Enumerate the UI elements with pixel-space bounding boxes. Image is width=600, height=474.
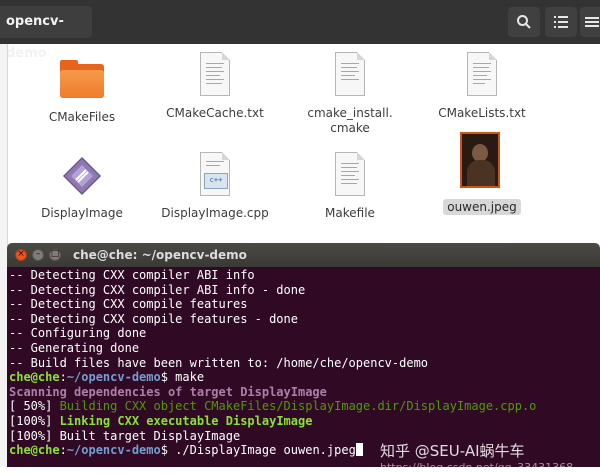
text-file-icon: [326, 152, 374, 200]
text-file-icon: [458, 52, 506, 100]
file-label: Makefile: [325, 206, 375, 220]
file-item-cmakelists[interactable]: CMakeLists.txt: [422, 52, 542, 121]
file-label: CMakeFiles: [48, 110, 116, 124]
terminal-window[interactable]: × – □ che@che: ~/opencv-demo -- Detectin…: [7, 243, 600, 467]
list-view-icon: [554, 16, 568, 28]
minimize-icon: –: [35, 249, 41, 259]
maximize-button[interactable]: □: [49, 249, 61, 261]
minimize-button[interactable]: –: [32, 249, 44, 261]
watermark: 知乎 @SEU-AI蜗牛车https://blog.csdn.net/qq_33…: [380, 440, 600, 474]
terminal-text: -- Detecting CXX compile features: [9, 297, 248, 312]
close-button[interactable]: ×: [15, 249, 27, 261]
menu-icon: [585, 17, 599, 27]
terminal-line: -- Build files have been written to: /ho…: [9, 356, 598, 371]
search-button[interactable]: [508, 7, 540, 37]
terminal-title: che@che: ~/opencv-demo: [73, 248, 247, 262]
terminal-text: Building CXX object CMakeFiles/DisplayIm…: [59, 399, 537, 414]
terminal-text: -- Build files have been written to: /ho…: [9, 355, 429, 370]
watermark-url: https://blog.csdn.net/qq_33431368: [380, 461, 574, 474]
terminal-text: :: [59, 443, 67, 458]
list-view-button[interactable]: [545, 7, 577, 37]
terminal-line: [100%] Linking CXX executable DisplayIma…: [9, 414, 598, 429]
terminal-text: che@che: [9, 443, 60, 458]
watermark-brand: 知乎 @SEU-AI蜗牛车: [380, 442, 525, 460]
terminal-line: -- Detecting CXX compiler ABI info - don…: [9, 283, 598, 298]
file-label: cmake_install. cmake: [307, 106, 393, 135]
terminal-line: -- Detecting CXX compile features: [9, 297, 598, 312]
terminal-line: -- Detecting CXX compile features - done: [9, 312, 598, 327]
file-item-makefile[interactable]: Makefile: [290, 152, 410, 221]
terminal-text: :: [59, 370, 67, 385]
file-label: DisplayImage: [41, 206, 123, 220]
folder-icon: [58, 56, 106, 104]
terminal-text: -- Detecting CXX compiler ABI info - don…: [9, 282, 306, 297]
maximize-icon: □: [50, 249, 60, 259]
terminal-line: -- Detecting CXX compiler ABI info: [9, 268, 598, 283]
terminal-text: -- Detecting CXX compiler ABI info: [9, 268, 255, 282]
text-file-icon: [191, 52, 239, 100]
terminal-text: $ make: [160, 370, 205, 385]
terminal-text: Scanning dependencies of target DisplayI…: [9, 384, 327, 399]
terminal-line: -- Configuring done: [9, 326, 598, 341]
file-item-cmakecache[interactable]: CMakeCache.txt: [155, 52, 275, 121]
terminal-line: che@che:~/opencv-demo$ make: [9, 370, 598, 385]
file-item-ouwen-jpeg[interactable]: ouwen.jpeg: [422, 132, 542, 215]
cpp-file-icon: c++: [191, 152, 239, 200]
terminal-text: -- Detecting CXX compile features - done: [9, 311, 298, 326]
terminal-text: [ 50%]: [9, 399, 60, 414]
menu-button[interactable]: [580, 7, 600, 37]
terminal-text: [100%]: [9, 413, 60, 428]
text-file-icon: [326, 52, 374, 100]
file-label: CMakeLists.txt: [438, 106, 526, 120]
terminal-line: [ 50%] Building CXX object CMakeFiles/Di…: [9, 399, 598, 414]
file-item-cmakefiles[interactable]: CMakeFiles: [22, 56, 142, 125]
terminal-line: Scanning dependencies of target DisplayI…: [9, 385, 598, 400]
terminal-text: Linking CXX executable DisplayImage: [59, 413, 313, 428]
terminal-text: -- Configuring done: [9, 326, 147, 341]
file-manager-header: opencv-demo: [0, 0, 600, 61]
terminal-text: che@che: [9, 370, 60, 385]
search-icon: [517, 15, 531, 29]
terminal-text: -- Generating done: [9, 340, 140, 355]
terminal-text: [100%] Built target DisplayImage: [9, 428, 241, 443]
executable-icon: [58, 152, 106, 200]
terminal-output[interactable]: -- Detecting CXX compiler ABI info -- Det…: [7, 267, 600, 467]
terminal-titlebar[interactable]: × – □ che@che: ~/opencv-demo: [7, 243, 600, 267]
terminal-cursor: [355, 443, 363, 457]
close-icon: ×: [17, 249, 25, 259]
path-bar-button[interactable]: opencv-demo: [0, 6, 92, 61]
file-item-displayimage-cpp[interactable]: c++ DisplayImage.cpp: [155, 152, 275, 221]
terminal-text: ~/opencv-demo: [66, 443, 161, 458]
terminal-text: $ ./DisplayImage ouwen.jpeg: [160, 443, 356, 458]
file-item-cmake-install[interactable]: cmake_install. cmake: [290, 52, 410, 136]
terminal-text: ~/opencv-demo: [66, 370, 161, 385]
terminal-line: -- Generating done: [9, 341, 598, 356]
file-label: ouwen.jpeg: [422, 199, 542, 215]
image-thumbnail-icon: [458, 132, 506, 194]
file-label: CMakeCache.txt: [166, 106, 264, 120]
file-item-displayimage[interactable]: DisplayImage: [22, 152, 142, 221]
file-label: DisplayImage.cpp: [161, 206, 269, 220]
